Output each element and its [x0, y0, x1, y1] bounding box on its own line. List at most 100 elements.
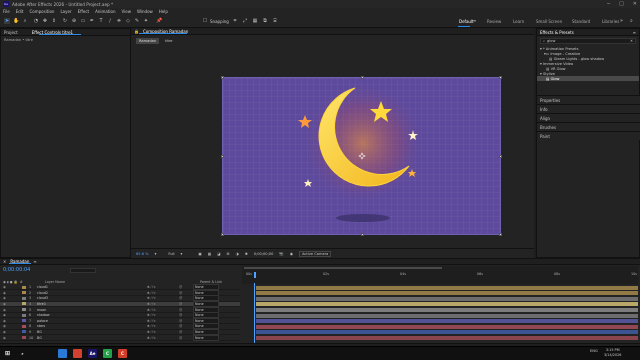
menu-help[interactable]: Help — [159, 9, 168, 14]
parent-dropdown[interactable]: None — [193, 334, 219, 341]
layer-name[interactable]: cloud3 — [37, 296, 147, 300]
panel-info[interactable]: Info — [537, 104, 640, 113]
orbit-tool-icon[interactable]: ◔ — [33, 18, 39, 24]
dolly-tool-icon[interactable]: ⇕ — [51, 18, 57, 24]
pickwhip-icon[interactable]: @ — [179, 319, 193, 323]
menu-effect[interactable]: Effect — [78, 9, 90, 14]
zoom-tool-icon[interactable]: ⌕ — [22, 18, 28, 24]
close-icon[interactable]: ✕ — [3, 259, 6, 264]
layer-duration-bar[interactable] — [255, 330, 638, 335]
transform-handle[interactable] — [499, 155, 502, 158]
workspace-review[interactable]: Review — [487, 19, 501, 24]
pickwhip-icon[interactable]: @ — [179, 285, 193, 289]
layer-switches-icon[interactable]: ✱ ⁄ fx — [147, 313, 179, 317]
rectangle-tool-icon[interactable]: ▭ — [80, 18, 86, 24]
after-effects-app-icon[interactable]: Ae — [88, 349, 97, 358]
puppet-pin-tool-icon[interactable]: 📌 — [156, 18, 162, 24]
layer-name[interactable]: cloud1 — [37, 285, 147, 289]
label-color-swatch[interactable] — [22, 285, 26, 289]
visibility-icon[interactable]: ◉ — [0, 313, 22, 317]
layer-name-header[interactable]: Layer Name — [45, 280, 65, 284]
label-color-swatch[interactable] — [22, 319, 26, 323]
panel-brushes[interactable]: Brushes — [537, 122, 640, 131]
layer-duration-bar[interactable] — [255, 296, 638, 301]
visibility-icon[interactable]: ◉ — [0, 319, 22, 323]
pickwhip-icon[interactable]: @ — [179, 313, 193, 317]
workspace-overflow-icon[interactable]: » — [620, 18, 623, 24]
camtasia-app-icon[interactable]: C — [103, 349, 112, 358]
layer-name[interactable]: shadow — [37, 313, 147, 317]
layer-row[interactable]: ◉ 10 BG ✱ ⁄ fx @ None — [0, 334, 240, 341]
layer-switches-icon[interactable]: ✱ ⁄ fx — [147, 285, 179, 289]
chrome-app-icon[interactable] — [73, 349, 82, 358]
system-clock[interactable]: 3:15 PM 3/14/2026 — [604, 348, 621, 357]
workspace-learn[interactable]: Learn — [513, 19, 524, 24]
tree-item-glow[interactable]: ▤ Glow — [537, 76, 639, 81]
breadcrumb-titre[interactable]: titre — [165, 39, 172, 43]
label-color-swatch[interactable] — [22, 302, 26, 306]
star-icon[interactable] — [304, 179, 312, 187]
transparency-grid-icon[interactable]: ▦ — [208, 252, 211, 256]
pickwhip-icon[interactable]: @ — [179, 291, 193, 295]
close-button[interactable]: ✕ — [633, 1, 637, 7]
visibility-icon[interactable]: ◉ — [0, 296, 22, 300]
transform-handle[interactable] — [361, 233, 364, 236]
workspace-small-screen[interactable]: Small Screen — [536, 19, 562, 24]
align-icon[interactable]: ▦ — [252, 18, 258, 24]
visibility-icon[interactable]: ◉ — [0, 302, 22, 306]
visibility-icon[interactable]: ◉ — [0, 324, 22, 328]
maximize-button[interactable]: □ — [619, 1, 624, 7]
guides-icon[interactable]: ⊞ — [227, 252, 230, 256]
label-color-swatch[interactable] — [22, 291, 26, 295]
brush-tool-icon[interactable]: ∕ — [107, 18, 113, 24]
type-tool-icon[interactable]: T — [98, 18, 104, 24]
time-ruler[interactable]: 00s 02s 04s 06s 08s 10s — [242, 266, 638, 284]
mask-visibility-icon[interactable]: ◪ — [217, 252, 220, 256]
layer-switches-icon[interactable]: ✱ ⁄ fx — [147, 302, 179, 306]
visibility-icon[interactable]: ◉ — [0, 336, 22, 340]
work-area-bar[interactable] — [244, 267, 442, 269]
snapping-checkbox-icon[interactable]: ☐ — [202, 18, 208, 24]
language-indicator[interactable]: ENG — [590, 349, 598, 353]
magnification-dropdown[interactable]: 65.6 % — [136, 252, 149, 256]
clone-stamp-tool-icon[interactable]: ⎈ — [116, 18, 122, 24]
label-color-swatch[interactable] — [22, 313, 26, 317]
resolution-dropdown[interactable]: Full — [168, 252, 174, 256]
clear-search-icon[interactable]: ✕ — [630, 39, 633, 43]
roto-brush-tool-icon[interactable]: ✎ — [134, 18, 140, 24]
layer-name[interactable]: moon — [37, 308, 147, 312]
layer-duration-bar[interactable] — [255, 285, 638, 290]
layer-name[interactable]: stars — [37, 324, 147, 328]
pickwhip-icon[interactable]: @ — [179, 330, 193, 334]
workspace-standard[interactable]: Standard — [572, 19, 590, 24]
channel-icon[interactable]: ◑ — [236, 252, 239, 256]
layer-name[interactable]: BG — [37, 336, 147, 340]
layer-switches-icon[interactable]: ✱ ⁄ fx — [147, 324, 179, 328]
workspace-libraries[interactable]: Libraries — [602, 19, 619, 24]
browser-app-icon[interactable] — [58, 349, 67, 358]
menu-window[interactable]: Window — [137, 9, 153, 14]
layer-switches-icon[interactable]: ✱ ⁄ fx — [147, 336, 179, 340]
visibility-icon[interactable]: ◉ — [0, 308, 22, 312]
rotate-tool-icon[interactable]: ↻ — [62, 18, 68, 24]
effects-search-box[interactable]: ⌕ glow ✕ — [540, 38, 636, 44]
playhead-handle[interactable] — [254, 272, 256, 278]
transform-handle[interactable] — [221, 76, 224, 79]
layer-duration-bar[interactable] — [255, 291, 638, 296]
layer-duration-bar[interactable] — [255, 302, 638, 307]
layer-duration-bar[interactable] — [255, 307, 638, 313]
layer-switches-icon[interactable]: ✱ ⁄ fx — [147, 308, 179, 312]
effects-search-input[interactable]: glow — [547, 39, 555, 43]
hand-tool-icon[interactable]: ✋ — [13, 18, 19, 24]
visibility-icon[interactable]: ◉ — [0, 330, 22, 334]
timecode-display[interactable]: 0;00;00;00 — [254, 252, 274, 256]
label-color-swatch[interactable] — [22, 330, 26, 334]
comp-artboard[interactable] — [221, 76, 502, 236]
layer-name[interactable]: BG — [37, 330, 147, 334]
minimize-button[interactable]: ─ — [607, 1, 610, 7]
search-icon[interactable]: ⌕ — [18, 349, 27, 358]
capture-app-icon[interactable]: C — [118, 349, 127, 358]
pan-behind-tool-icon[interactable]: ⊕ — [71, 18, 77, 24]
layer-search-input[interactable] — [70, 268, 96, 273]
layer-duration-bar[interactable] — [255, 313, 638, 318]
